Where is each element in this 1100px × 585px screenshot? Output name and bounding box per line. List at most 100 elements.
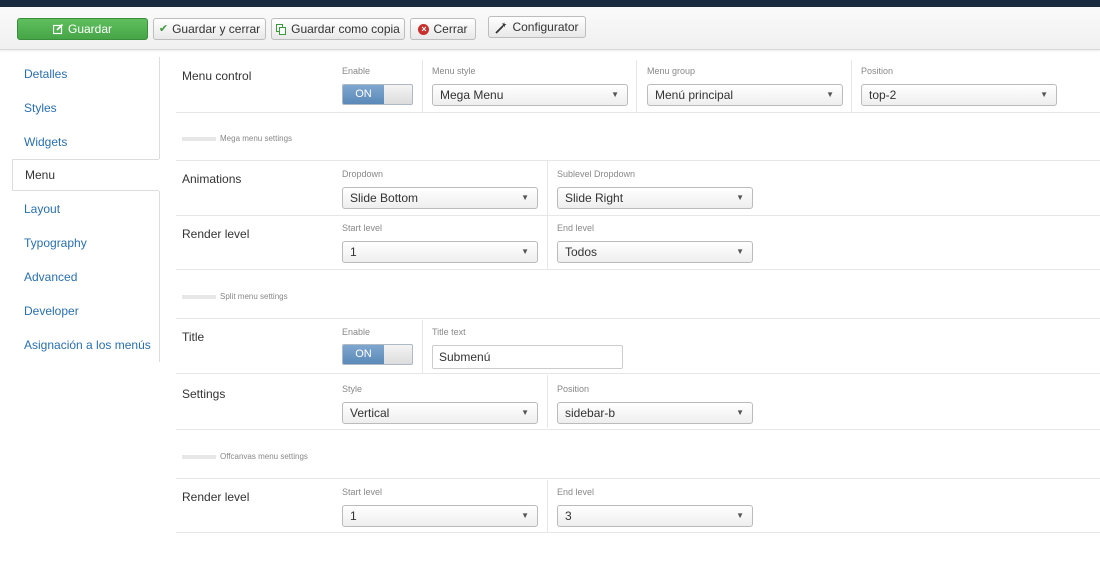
- column-divider: [422, 320, 423, 373]
- offcanvas-start-level-value: 1: [350, 509, 357, 523]
- configurator-button[interactable]: Configurator: [488, 16, 586, 38]
- split-style-select[interactable]: Vertical ▼: [342, 402, 538, 424]
- column-divider: [851, 60, 852, 112]
- chevron-down-icon: ▼: [736, 511, 744, 520]
- chevron-down-icon: ▼: [521, 193, 529, 202]
- section-bar: [182, 136, 216, 141]
- toggle-on-label: ON: [343, 345, 384, 364]
- offcanvas-render-level-label: Render level: [182, 490, 250, 504]
- offcanvas-menu-section-header: Offcanvas menu settings: [182, 452, 308, 461]
- chevron-down-icon: ▼: [1040, 90, 1048, 99]
- section-bar: [182, 454, 216, 459]
- sidebar-item-developer[interactable]: Developer: [12, 295, 160, 327]
- sublevel-animation-value: Slide Right: [565, 191, 624, 205]
- settings-label: Settings: [182, 387, 226, 401]
- chevron-down-icon: ▼: [736, 193, 744, 202]
- save-close-label: Guardar y cerrar: [172, 22, 261, 36]
- split-menu-section-header: Split menu settings: [182, 292, 288, 301]
- title-enable-toggle[interactable]: ON: [342, 344, 413, 365]
- toolbar: Guardar ✔ Guardar y cerrar Guardar como …: [0, 7, 1100, 50]
- chevron-down-icon: ▼: [826, 90, 834, 99]
- column-divider: [422, 60, 423, 112]
- sidebar-divider: [159, 57, 160, 362]
- chevron-down-icon: ▼: [736, 247, 744, 256]
- row-divider: [176, 215, 1100, 216]
- close-button[interactable]: × Cerrar: [410, 18, 476, 40]
- menu-style-select[interactable]: Mega Menu ▼: [432, 84, 628, 106]
- sidebar-item-widgets[interactable]: Widgets: [12, 126, 160, 158]
- split-position-label: Position: [557, 384, 590, 394]
- title-label: Title: [182, 330, 205, 344]
- start-level-label: Start level: [342, 223, 383, 233]
- end-level-label: End level: [557, 223, 595, 233]
- sidebar-item-menu-assignment[interactable]: Asignación a los menús: [12, 329, 160, 361]
- section-bar: [182, 294, 216, 299]
- chevron-down-icon: ▼: [611, 90, 619, 99]
- start-level-value: 1: [350, 245, 357, 259]
- offcanvas-end-level-select[interactable]: 3 ▼: [557, 505, 753, 527]
- check-icon: ✔: [158, 22, 169, 35]
- menu-group-value: Menú principal: [655, 88, 734, 102]
- close-label: Cerrar: [433, 22, 468, 36]
- split-position-value: sidebar-b: [565, 406, 616, 420]
- row-divider: [176, 269, 1100, 270]
- menu-style-label: Menu style: [432, 66, 476, 76]
- style-label: Style: [342, 384, 363, 394]
- toggle-on-label: ON: [343, 85, 384, 104]
- save-close-button[interactable]: ✔ Guardar y cerrar: [153, 18, 266, 40]
- end-level-value: Todos: [565, 245, 598, 259]
- chevron-down-icon: ▼: [736, 408, 744, 417]
- chevron-down-icon: ▼: [521, 408, 529, 417]
- chevron-down-icon: ▼: [521, 511, 529, 520]
- chevron-down-icon: ▼: [521, 247, 529, 256]
- sidebar-divider-gap: [159, 159, 160, 191]
- enable-label: Enable: [342, 66, 371, 76]
- menu-group-label: Menu group: [647, 66, 696, 76]
- save-copy-label: Guardar como copia: [291, 22, 400, 36]
- row-divider: [176, 160, 1100, 161]
- row-divider: [176, 318, 1100, 319]
- title-text-input[interactable]: Submenú: [432, 345, 623, 369]
- sidebar-item-typography[interactable]: Typography: [12, 227, 160, 259]
- menu-control-enable-toggle[interactable]: ON: [342, 84, 413, 105]
- end-level-select[interactable]: Todos ▼: [557, 241, 753, 263]
- offcanvas-end-level-value: 3: [565, 509, 572, 523]
- mega-menu-section-header: Mega menu settings: [182, 134, 292, 143]
- row-divider: [176, 478, 1100, 479]
- position-label: Position: [861, 66, 894, 76]
- save-copy-button[interactable]: Guardar como copia: [271, 18, 405, 40]
- enable-label: Enable: [342, 327, 371, 337]
- column-divider: [636, 60, 637, 112]
- edit-icon: [52, 23, 64, 35]
- row-divider: [176, 373, 1100, 374]
- sidebar-item-detalles[interactable]: Detalles: [12, 58, 160, 90]
- split-style-value: Vertical: [350, 406, 390, 420]
- menu-control-label: Menu control: [182, 69, 252, 83]
- dropdown-label: Dropdown: [342, 169, 384, 179]
- dropdown-animation-value: Slide Bottom: [350, 191, 419, 205]
- start-level-select[interactable]: 1 ▼: [342, 241, 538, 263]
- position-select[interactable]: top-2 ▼: [861, 84, 1057, 106]
- row-divider: [176, 532, 1100, 533]
- sidebar-item-menu[interactable]: Menu: [12, 159, 160, 191]
- sidebar-item-styles[interactable]: Styles: [12, 92, 160, 124]
- sublevel-dropdown-label: Sublevel Dropdown: [557, 169, 636, 179]
- title-text-label: Title text: [432, 327, 466, 337]
- sidebar-item-layout[interactable]: Layout: [12, 193, 160, 225]
- offcanvas-menu-section-title: Offcanvas menu settings: [220, 452, 308, 461]
- sidebar-item-advanced[interactable]: Advanced: [12, 261, 160, 293]
- position-value: top-2: [869, 88, 897, 102]
- top-header-bar: [0, 0, 1100, 7]
- save-button[interactable]: Guardar: [17, 18, 148, 40]
- copy-icon: [276, 23, 287, 35]
- row-divider: [176, 429, 1100, 430]
- column-divider: [547, 480, 548, 532]
- menu-group-select[interactable]: Menú principal ▼: [647, 84, 843, 106]
- offcanvas-start-level-select[interactable]: 1 ▼: [342, 505, 538, 527]
- sublevel-animation-select[interactable]: Slide Right ▼: [557, 187, 753, 209]
- split-position-select[interactable]: sidebar-b ▼: [557, 402, 753, 424]
- split-menu-section-title: Split menu settings: [220, 292, 288, 301]
- save-button-label: Guardar: [67, 22, 113, 36]
- animations-label: Animations: [182, 172, 242, 186]
- dropdown-animation-select[interactable]: Slide Bottom ▼: [342, 187, 538, 209]
